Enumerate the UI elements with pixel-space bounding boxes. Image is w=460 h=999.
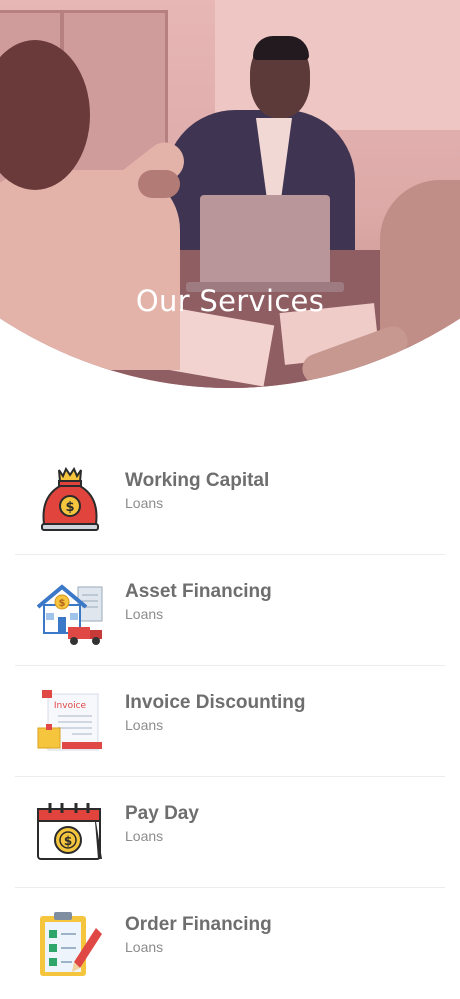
service-subtitle: Loans <box>125 717 164 733</box>
service-item-pay-day[interactable]: $ Pay Day Loans <box>0 777 460 888</box>
invoice-icon-label: Invoice <box>54 701 87 711</box>
services-list: $ Working Capital Loans $ Asset Financin… <box>0 444 460 999</box>
svg-text:$: $ <box>59 598 66 609</box>
service-title: Order Financing <box>125 914 272 935</box>
service-title: Invoice Discounting <box>125 692 306 713</box>
money-bag-icon: $ <box>32 464 108 536</box>
service-subtitle: Loans <box>125 939 164 955</box>
svg-text:$: $ <box>64 834 72 848</box>
hero-banner: Our Services <box>0 0 460 388</box>
house-truck-icon: $ <box>32 575 108 647</box>
invoice-icon: Invoice <box>32 686 108 758</box>
svg-text:$: $ <box>65 500 74 515</box>
service-subtitle: Loans <box>125 495 164 511</box>
hero-image <box>0 0 460 388</box>
page-title: Our Services <box>135 284 325 318</box>
service-item-order-financing[interactable]: Order Financing Loans <box>0 888 460 999</box>
service-title: Working Capital <box>125 470 270 491</box>
handshake-photo <box>0 0 460 388</box>
calendar-coin-icon: $ <box>32 797 108 869</box>
service-subtitle: Loans <box>125 828 164 844</box>
service-subtitle: Loans <box>125 606 164 622</box>
service-item-asset-financing[interactable]: $ Asset Financing Loans <box>0 555 460 666</box>
service-title: Asset Financing <box>125 581 272 602</box>
service-title: Pay Day <box>125 803 199 824</box>
service-item-invoice-discounting[interactable]: Invoice Invoice Discounting Loans <box>0 666 460 777</box>
service-item-working-capital[interactable]: $ Working Capital Loans <box>0 444 460 555</box>
clipboard-checklist-icon <box>32 908 108 980</box>
